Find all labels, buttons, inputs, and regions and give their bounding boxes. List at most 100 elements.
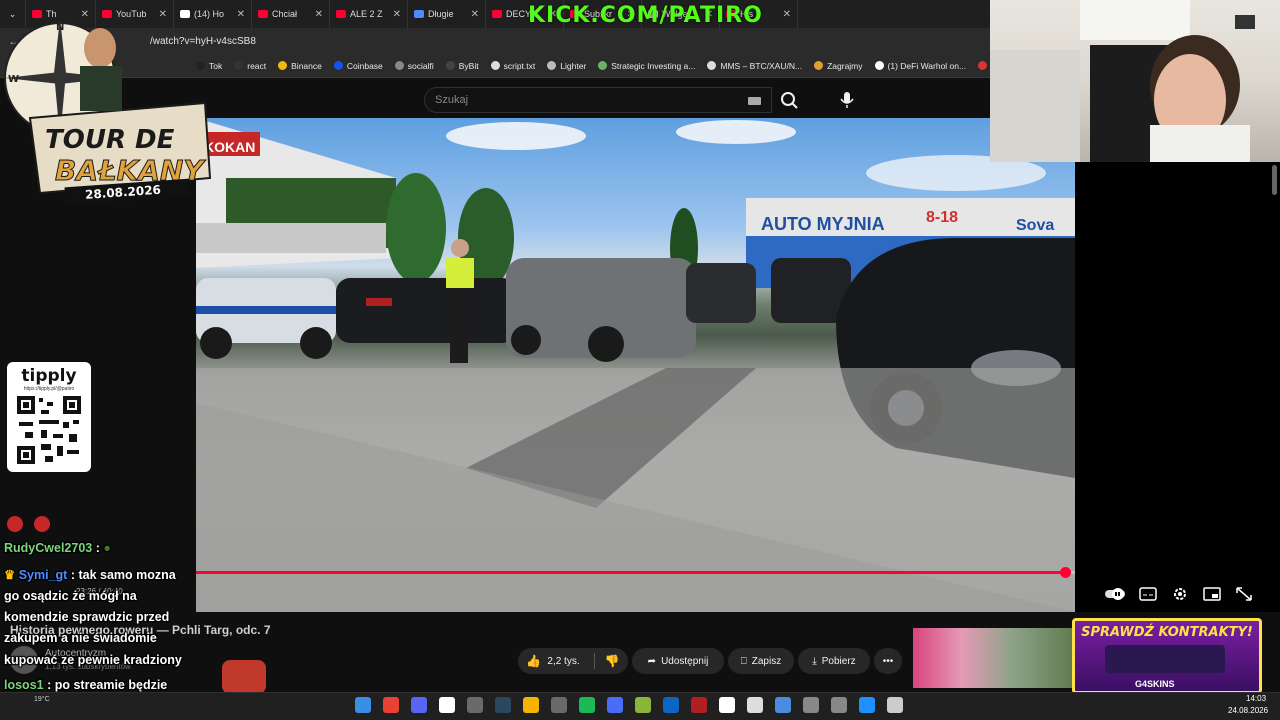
tour-title-1: TOUR DE [45, 125, 175, 155]
webcam-scene [990, 0, 1255, 162]
bookmark-label: Coinbase [346, 60, 383, 71]
voice-search-button[interactable] [834, 87, 860, 113]
save-label: Zapisz [751, 655, 782, 667]
bookmark-item[interactable]: Lighter [547, 61, 586, 71]
taskbar-app-icon[interactable] [775, 697, 791, 713]
taskbar-app-icon[interactable] [803, 697, 819, 713]
search-box[interactable]: Szukaj [424, 87, 772, 113]
taskbar-app-icon[interactable] [635, 697, 651, 713]
taskbar-app-icon[interactable] [523, 697, 539, 713]
scrollbar[interactable] [1272, 165, 1277, 195]
youtube-header: Szukaj [196, 78, 990, 118]
tab-favicon-icon [336, 10, 346, 18]
tour-logo: N W TOUR DE BAŁKANY 28.08.2026 [0, 8, 215, 208]
taskbar-app-icon[interactable] [859, 697, 875, 713]
taskbar-app-icon[interactable] [831, 697, 847, 713]
progress-scrubber[interactable] [1060, 567, 1071, 578]
taskbar-app-icon[interactable] [719, 697, 735, 713]
search-button[interactable] [772, 87, 808, 113]
taskbar-app-icon[interactable] [887, 697, 903, 713]
bookmark-item[interactable]: (1) DeFi Warhol on... [874, 60, 967, 71]
settings-gear-icon[interactable] [1171, 586, 1189, 602]
bookmark-item[interactable]: Coinbase [333, 60, 383, 71]
miniplayer-icon[interactable] [1203, 586, 1221, 602]
progress-bar-fill [196, 571, 1065, 574]
close-tab-icon[interactable]: ✕ [471, 9, 479, 20]
taskbar-app-icon[interactable] [355, 697, 371, 713]
subtitles-icon[interactable] [1139, 586, 1157, 602]
taskbar-app-icon[interactable] [747, 697, 763, 713]
browser-tab[interactable]: ALE 2 Z ✕ [330, 0, 408, 28]
browser-tab[interactable]: Chciał ✕ [252, 0, 330, 28]
taskbar-app-icon[interactable] [495, 697, 511, 713]
bookmark-label: ByBit [458, 60, 479, 71]
bookmark-favicon-icon [874, 61, 884, 70]
autoplay-toggle[interactable] [1104, 586, 1126, 602]
g4skins-ad: SPRAWDŹ KONTRAKTY! G4SKINS [1072, 618, 1262, 694]
clock-time: 14:03 [1246, 694, 1267, 703]
tipply-title: tipply [21, 366, 77, 386]
bookmark-label: socialfi [407, 60, 434, 71]
save-button[interactable]: ⎕ Zapisz [728, 648, 794, 674]
taskbar-app-icon[interactable] [691, 697, 707, 713]
download-icon: ⤓ [812, 655, 817, 667]
share-button[interactable]: ➦ Udostępnij [632, 648, 724, 674]
player-side-area [1075, 162, 1280, 612]
close-tab-icon[interactable]: ✕ [237, 9, 245, 20]
taskbar-app-icon[interactable] [467, 697, 483, 713]
fullscreen-icon[interactable] [1235, 586, 1253, 602]
bookmark-item[interactable]: script.txt [490, 61, 535, 71]
chat-username: losos1 [4, 678, 44, 692]
taskbar-app-icon[interactable] [383, 697, 399, 713]
sign-hours: 8-18 [926, 209, 958, 226]
taskbar-app-icon[interactable] [607, 697, 623, 713]
bookmark-item[interactable]: Strategic Investing a... [598, 61, 695, 71]
thumbs-down-icon[interactable]: 👎 [605, 654, 620, 668]
tab-favicon-icon [258, 10, 268, 18]
tab-favicon-icon [414, 10, 424, 18]
search-icon [781, 92, 798, 109]
taskbar-app-icon[interactable] [579, 697, 595, 713]
bookmark-favicon-icon [445, 61, 455, 70]
bookmark-item[interactable]: react [234, 61, 266, 71]
taskbar-app-icon[interactable] [411, 697, 427, 713]
taskbar-app-icon[interactable] [551, 697, 567, 713]
clock-date: 24.08.2026 [1228, 706, 1269, 715]
taskbar-app-icon[interactable] [439, 697, 455, 713]
ad-title: SPRAWDŹ KONTRAKTY! [1081, 625, 1253, 640]
like-button[interactable]: 👍 2,2 tys. 👎 [518, 648, 628, 674]
chat-text: tak samo mozna [78, 568, 176, 582]
svg-text:N: N [56, 22, 64, 33]
tipply-url: https://tipply.pl/@patiro [23, 386, 75, 392]
sign-main: AUTO MYJNIA [761, 214, 885, 234]
bookmark-item[interactable]: ByBit [445, 60, 479, 71]
bookmark-item[interactable]: Binance [278, 61, 322, 71]
video-frame: AUTO MYJNIA 8-18 Sova KOKAN [196, 118, 1075, 612]
close-tab-icon[interactable]: ✕ [315, 9, 323, 20]
tab-favicon-icon [492, 10, 502, 18]
share-arrow-icon: ➦ [647, 655, 657, 667]
bookmark-label: Strategic Investing a... [611, 60, 696, 71]
chat-emotes [6, 515, 56, 538]
search-input[interactable]: Szukaj [435, 94, 468, 106]
bookmark-label: react [247, 60, 267, 71]
chat-text: kupować ze pewnie kradziony [4, 653, 182, 667]
leaf-emote-icon: ● [103, 541, 111, 555]
more-actions-button[interactable]: ••• [874, 648, 902, 674]
bookmark-item[interactable]: MMS – BTC/XAU/N... [707, 61, 802, 71]
close-tab-icon[interactable]: ✕ [393, 9, 401, 20]
more-icon: ••• [882, 655, 894, 667]
browser-tab[interactable]: Długie ✕ [408, 0, 486, 28]
video-player[interactable]: AUTO MYJNIA 8-18 Sova KOKAN [196, 118, 1075, 612]
chat-message: RudyCwel2703 : ● [4, 541, 111, 555]
close-tab-icon[interactable]: ✕ [783, 9, 791, 20]
download-button[interactable]: ⤓ Pobierz [798, 648, 870, 674]
bookmark-item[interactable]: Zagrajmy [814, 61, 863, 71]
bookmark-icon: ⎕ [740, 655, 747, 667]
bookmark-item[interactable]: socialfi [394, 60, 434, 71]
taskbar-app-icon[interactable] [663, 697, 679, 713]
keyboard-icon[interactable] [748, 97, 761, 105]
bookmark-favicon-icon [598, 61, 608, 70]
bookmark-label: (1) DeFi Warhol on... [887, 60, 967, 71]
tab-label: Długie [428, 9, 454, 19]
